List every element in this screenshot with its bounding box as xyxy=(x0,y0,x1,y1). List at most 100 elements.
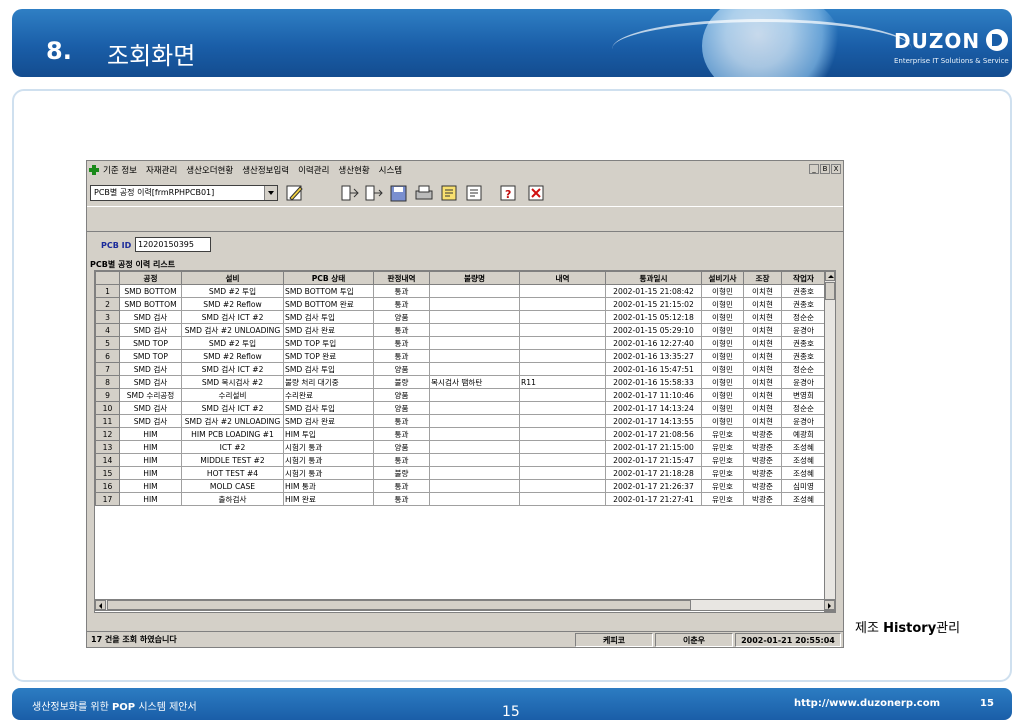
scroll-left-icon[interactable] xyxy=(95,600,106,610)
status-datetime: 2002-01-21 20:55:04 xyxy=(735,633,841,647)
table-row[interactable]: 11 SMD 검사 SMD 검사 #2 UNLOADING SMD 검사 완료 통과 20… xyxy=(95,414,826,428)
table-row[interactable]: 4 SMD 검사 SMD 검사 #2 UNLOADING SMD 검사 완료 통과 200… xyxy=(95,323,826,337)
pcb-status-cell: HIM 통과 xyxy=(283,479,374,493)
table-row[interactable]: 12 HIM HIM PCB LOADING #1 HIM 투입 통과 2002-01-1… xyxy=(95,427,826,441)
pass-time-cell: 2002-01-15 21:15:02 xyxy=(605,297,702,311)
column-header[interactable]: PCB 상태 xyxy=(283,271,374,285)
leader-cell: 이치현 xyxy=(743,323,782,337)
menu-basic-info[interactable]: 기준 정보 xyxy=(103,164,137,176)
page-number-center: 15 xyxy=(502,704,520,720)
detail-cell xyxy=(519,440,606,454)
history-grid[interactable]: 공정 설비 PCB 상태 판정내역 불량명 내역 통과일시 설비기사 조장 작업자 1 SMD BO… xyxy=(94,270,836,613)
worker-cell: 권종호 xyxy=(781,336,826,350)
column-header[interactable]: 불량명 xyxy=(429,271,520,285)
table-row[interactable]: 14 HIM MIDDLE TEST #2 시험기 통과 통과 2002-01-17 21… xyxy=(95,453,826,467)
memo-icon[interactable] xyxy=(464,183,484,203)
judgement-cell: 통과 xyxy=(373,349,430,363)
table-row[interactable]: 10 SMD 검사 SMD 검사 ICT #2 SMD 검사 투입 양품 2002-01-… xyxy=(95,401,826,415)
table-row[interactable]: 9 SMD 수리공정 수리설비 수리완료 양품 2002-01-17 11:10:46 이형… xyxy=(95,388,826,402)
help-icon[interactable]: ? xyxy=(498,183,518,203)
status-company: 케피코 xyxy=(575,633,653,647)
column-header[interactable]: 공정 xyxy=(119,271,182,285)
footer-url[interactable]: http://www.duzonerp.com xyxy=(794,698,940,709)
engineer-cell: 이형민 xyxy=(701,336,744,350)
worker-cell: 권종호 xyxy=(781,284,826,298)
table-row[interactable]: 1 SMD BOTTOM SMD #2 투입 SMD BOTTOM 투입 통과 2002-… xyxy=(95,284,826,298)
slide-number: 8. xyxy=(46,37,72,65)
caption-suffix: 관리 xyxy=(936,621,961,636)
minimize-button[interactable]: _ xyxy=(809,164,819,174)
table-row[interactable]: 7 SMD 검사 SMD 검사 ICT #2 SMD 검사 투입 양품 2002-01-1… xyxy=(95,362,826,376)
print-icon[interactable] xyxy=(414,183,434,203)
close-window-button[interactable]: X xyxy=(831,164,841,174)
scroll-right-icon[interactable] xyxy=(824,600,835,610)
menu-system[interactable]: 시스템 xyxy=(379,164,402,176)
notice-icon[interactable] xyxy=(439,183,459,203)
detail-cell xyxy=(519,362,606,376)
menu-production-order[interactable]: 생산오더현황 xyxy=(186,164,233,176)
menu-history[interactable]: 이력관리 xyxy=(298,164,329,176)
pass-time-cell: 2002-01-17 14:13:55 xyxy=(605,414,702,428)
column-header[interactable]: 작업자 xyxy=(781,271,826,285)
import-icon[interactable] xyxy=(340,183,360,203)
vertical-scrollbar[interactable] xyxy=(824,271,835,612)
window-controls: _ B X xyxy=(808,164,841,174)
save-icon[interactable] xyxy=(389,183,409,203)
caption: 제조 History관리 xyxy=(855,617,960,636)
worker-cell: 권종호 xyxy=(781,297,826,311)
edit-icon[interactable] xyxy=(285,183,305,203)
table-row[interactable]: 6 SMD TOP SMD #2 Reflow SMD TOP 완료 통과 2002-01… xyxy=(95,349,826,363)
defect-name-cell xyxy=(429,466,520,480)
empty-cell xyxy=(374,571,430,584)
empty-cell xyxy=(284,545,374,558)
empty-cell xyxy=(520,519,606,532)
logo-mark-icon xyxy=(986,29,1008,51)
table-row[interactable]: 5 SMD TOP SMD #2 투입 SMD TOP 투입 통과 2002-01-16 … xyxy=(95,336,826,350)
empty-cell xyxy=(606,558,702,571)
column-header[interactable]: 조장 xyxy=(743,271,782,285)
empty-cell xyxy=(702,506,744,519)
horizontal-scrollbar[interactable] xyxy=(94,599,836,611)
pcb-status-cell: SMD BOTTOM 투입 xyxy=(283,284,374,298)
pcb-id-input[interactable]: 12020150395 xyxy=(135,237,211,252)
pcb-status-cell: SMD TOP 투입 xyxy=(283,336,374,350)
detail-cell xyxy=(519,427,606,441)
table-row[interactable]: 13 HIM ICT #2 시험기 통과 양품 2002-01-17 21:15:00 유민… xyxy=(95,440,826,454)
footer-title: 생산정보화를 위한 POP 시스템 제안서 xyxy=(32,698,197,713)
column-header[interactable]: 판정내역 xyxy=(373,271,430,285)
table-row[interactable]: 2 SMD BOTTOM SMD #2 Reflow SMD BOTTOM 완료 통과 2… xyxy=(95,297,826,311)
equipment-cell: SMD #2 Reflow xyxy=(181,349,284,363)
empty-cell xyxy=(606,532,702,545)
restore-button[interactable]: B xyxy=(820,164,830,174)
table-row[interactable]: 3 SMD 검사 SMD 검사 ICT #2 SMD 검사 투입 양품 2002-01-1… xyxy=(95,310,826,324)
menu-production-input[interactable]: 생산정보입력 xyxy=(242,164,289,176)
column-header[interactable]: 통과일시 xyxy=(605,271,702,285)
empty-cell xyxy=(374,558,430,571)
judgement-cell: 통과 xyxy=(373,297,430,311)
scroll-up-icon[interactable] xyxy=(825,271,835,281)
table-row[interactable]: 17 HIM 출하검사 HIM 완료 통과 2002-01-17 21:27:41 유민호 박… xyxy=(95,492,826,506)
table-row[interactable]: 16 HIM MOLD CASE HIM 통과 통과 2002-01-17 21:26:3… xyxy=(95,479,826,493)
table-row[interactable]: 8 SMD 검사 SMD 목시검사 #2 불량 처리 대기중 불량 목시검사 땜하탄 R11… xyxy=(95,375,826,389)
table-row[interactable]: 15 HIM HOT TEST #4 시험기 통과 불량 2002-01-17 21:18… xyxy=(95,466,826,480)
hscroll-thumb[interactable] xyxy=(107,600,691,610)
menu-production-status[interactable]: 생산현황 xyxy=(338,164,369,176)
column-header[interactable] xyxy=(95,271,120,285)
empty-cell xyxy=(606,506,702,519)
column-header[interactable]: 설비기사 xyxy=(701,271,744,285)
process-cell: SMD TOP xyxy=(119,336,182,350)
column-header[interactable]: 내역 xyxy=(519,271,606,285)
detail-cell xyxy=(519,479,606,493)
menu-material[interactable]: 자재관리 xyxy=(146,164,177,176)
export-icon[interactable] xyxy=(364,183,384,203)
scroll-thumb[interactable] xyxy=(825,282,835,300)
pass-time-cell: 2002-01-17 21:15:00 xyxy=(605,440,702,454)
equipment-cell: HIM PCB LOADING #1 xyxy=(181,427,284,441)
row-number: 6 xyxy=(95,349,120,363)
chevron-down-icon[interactable] xyxy=(264,186,277,200)
form-select[interactable]: PCB별 공정 이력[frmRPHPCB01] xyxy=(90,185,278,201)
close-icon[interactable] xyxy=(526,183,546,203)
empty-cell xyxy=(374,506,430,519)
column-header[interactable]: 설비 xyxy=(181,271,284,285)
slide-header: 8. 조회화면 DUZON Enterprise IT Solutions & … xyxy=(12,9,1012,77)
